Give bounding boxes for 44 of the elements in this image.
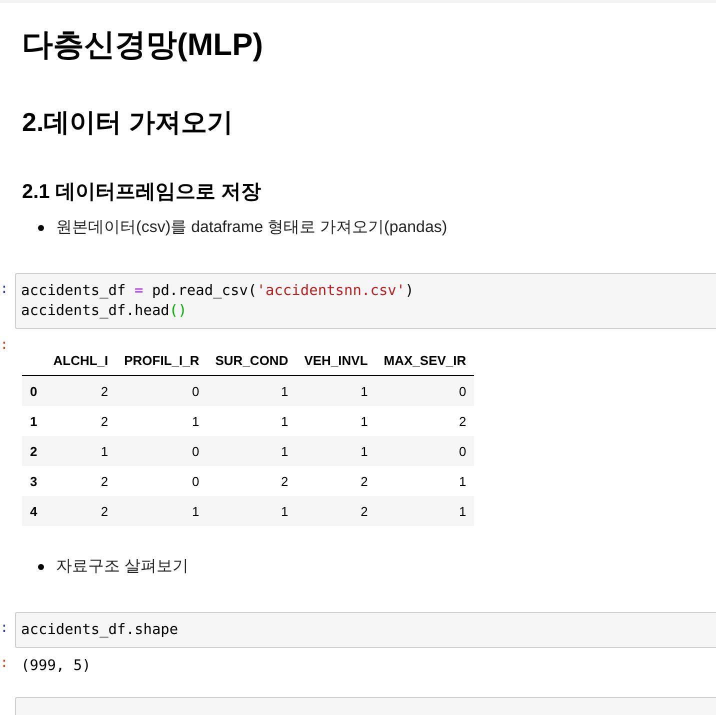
table-cell: 0: [116, 436, 208, 466]
table-cell: 1: [116, 496, 208, 526]
table-cell: 2: [296, 496, 376, 526]
row-index: 0: [22, 376, 46, 406]
bullet-text: 원본데이터(csv)를 dataframe 형태로 가져오기(pandas): [56, 218, 448, 238]
code-input-field[interactable]: accidents_df = pd.read_csv('accidentsnn.csv') accidents_df.head(): [15, 273, 716, 329]
table-cell: 1: [116, 406, 208, 436]
table-cell: 1: [376, 466, 474, 496]
table-cell: 2: [376, 406, 474, 436]
table-cell: 1: [376, 496, 474, 526]
table-cell: 1: [207, 436, 296, 466]
table-cell: 0: [376, 376, 474, 406]
table-cell: 1: [296, 406, 376, 436]
bullet-text: 자료구조 살펴보기: [56, 557, 188, 577]
bullet-icon: [38, 225, 44, 231]
row-index: 4: [22, 496, 46, 526]
input-prompt: :: [0, 620, 8, 636]
output-prompt: :: [0, 337, 8, 353]
output-text: (999, 5): [20, 657, 92, 676]
bullet-icon: [38, 564, 44, 570]
section-heading: 2.데이터 가져오기: [22, 106, 234, 138]
table-cell: 1: [296, 436, 376, 466]
table-cell: 0: [116, 466, 208, 496]
table-cell: 2: [45, 406, 116, 436]
row-index: 2: [22, 436, 46, 466]
table-cell: 1: [207, 406, 296, 436]
table-cell: 2: [207, 466, 296, 496]
table-cell: 2: [45, 496, 116, 526]
row-index: 3: [22, 466, 46, 496]
table-cell: 2: [45, 376, 116, 406]
code-input-field[interactable]: accidents_df.shape: [15, 612, 716, 648]
table-cell: 1: [45, 436, 116, 466]
row-index: 1: [22, 406, 46, 436]
input-prompt: :: [0, 281, 8, 297]
table-cell: 0: [116, 376, 208, 406]
table-cell: 1: [207, 496, 296, 526]
notebook-title: 다층신경망(MLP): [22, 27, 264, 63]
output-prompt: :: [0, 655, 8, 671]
subsection-heading: 2.1 데이터프레임으로 저장: [22, 180, 262, 205]
table-cell: 2: [296, 466, 376, 496]
table-cell: 1: [207, 376, 296, 406]
table-cell: 2: [45, 466, 116, 496]
table-cell: 1: [296, 376, 376, 406]
table-cell: 0: [376, 436, 474, 466]
